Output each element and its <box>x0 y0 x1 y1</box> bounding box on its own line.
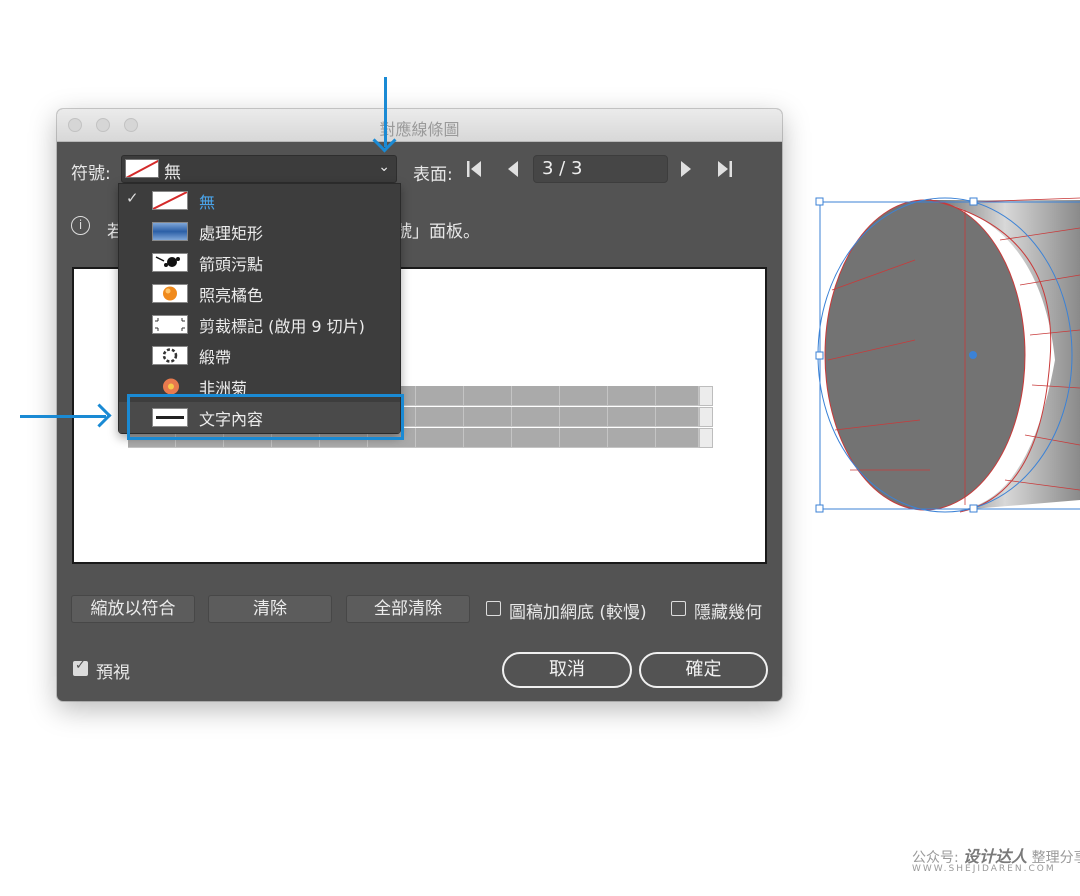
window-title: 對應線條圖 <box>379 120 460 139</box>
menu-item-label: 無 <box>199 193 216 212</box>
none-swatch-icon <box>152 191 188 210</box>
menu-item-label: 箭頭污點 <box>199 255 264 274</box>
symbol-select-value: 無 <box>164 163 181 183</box>
invisible-geometry-label: 隱藏幾何 <box>694 603 762 623</box>
ribbon-icon <box>152 346 188 365</box>
arrow-right-icon <box>20 415 106 418</box>
menu-item-label: 緞帶 <box>199 348 232 367</box>
clear-all-button[interactable]: 全部清除 <box>346 595 470 623</box>
highlight-box <box>127 394 404 440</box>
first-page-icon[interactable] <box>466 159 482 184</box>
menu-item-orange[interactable]: 照亮橘色 <box>119 278 400 309</box>
last-page-icon[interactable] <box>717 159 733 184</box>
page-indicator[interactable]: 3 / 3 <box>533 155 668 183</box>
info-text-end: 號」面板。 <box>395 222 480 242</box>
preview-checkbox[interactable] <box>73 658 88 676</box>
checkmark-icon: ✓ <box>126 189 139 207</box>
symbol-select[interactable]: 無 ⌄ <box>121 155 397 183</box>
arrow-down-icon <box>384 77 387 147</box>
invisible-geometry-checkbox[interactable] <box>671 601 686 616</box>
menu-item-crop-marks[interactable]: 剪裁標記 (啟用 9 切片) <box>119 309 400 340</box>
crop-marks-icon <box>152 315 188 334</box>
orange-sphere-icon <box>152 284 188 303</box>
chevron-down-icon: ⌄ <box>378 159 390 175</box>
info-icon: i <box>71 216 90 235</box>
menu-item-ribbon[interactable]: 緞帶 <box>119 340 400 371</box>
preview-label: 預視 <box>96 663 130 683</box>
cancel-button[interactable]: 取消 <box>502 652 632 688</box>
menu-item-label: 照亮橘色 <box>199 286 264 305</box>
shade-artwork-checkbox[interactable] <box>486 601 501 616</box>
menu-item-label: 剪裁標記 (啟用 9 切片) <box>199 317 365 336</box>
cylinder-artwork[interactable] <box>810 180 1080 530</box>
previous-page-icon[interactable] <box>506 159 520 184</box>
scale-to-fit-button[interactable]: 縮放以符合 <box>71 595 195 623</box>
none-swatch-icon <box>125 159 159 178</box>
title-bar[interactable]: 對應線條圖 <box>57 109 782 142</box>
ok-button[interactable]: 確定 <box>639 652 768 688</box>
arrow-blot-icon <box>152 253 188 272</box>
shaded-rectangle-icon <box>152 222 188 241</box>
symbol-label: 符號: <box>71 164 111 184</box>
menu-item-none[interactable]: ✓ 無 <box>119 185 400 216</box>
shade-artwork-label: 圖稿加網底 (較慢) <box>509 603 647 623</box>
menu-item-arrow-blot[interactable]: 箭頭污點 <box>119 247 400 278</box>
surface-label: 表面: <box>413 165 453 185</box>
next-page-icon[interactable] <box>679 159 693 184</box>
menu-item-shaded-rectangle[interactable]: 處理矩形 <box>119 216 400 247</box>
clear-button[interactable]: 清除 <box>208 595 332 623</box>
watermark-url: WWW.SHEJIDAREN.COM <box>912 864 1056 874</box>
menu-item-label: 處理矩形 <box>199 224 264 243</box>
